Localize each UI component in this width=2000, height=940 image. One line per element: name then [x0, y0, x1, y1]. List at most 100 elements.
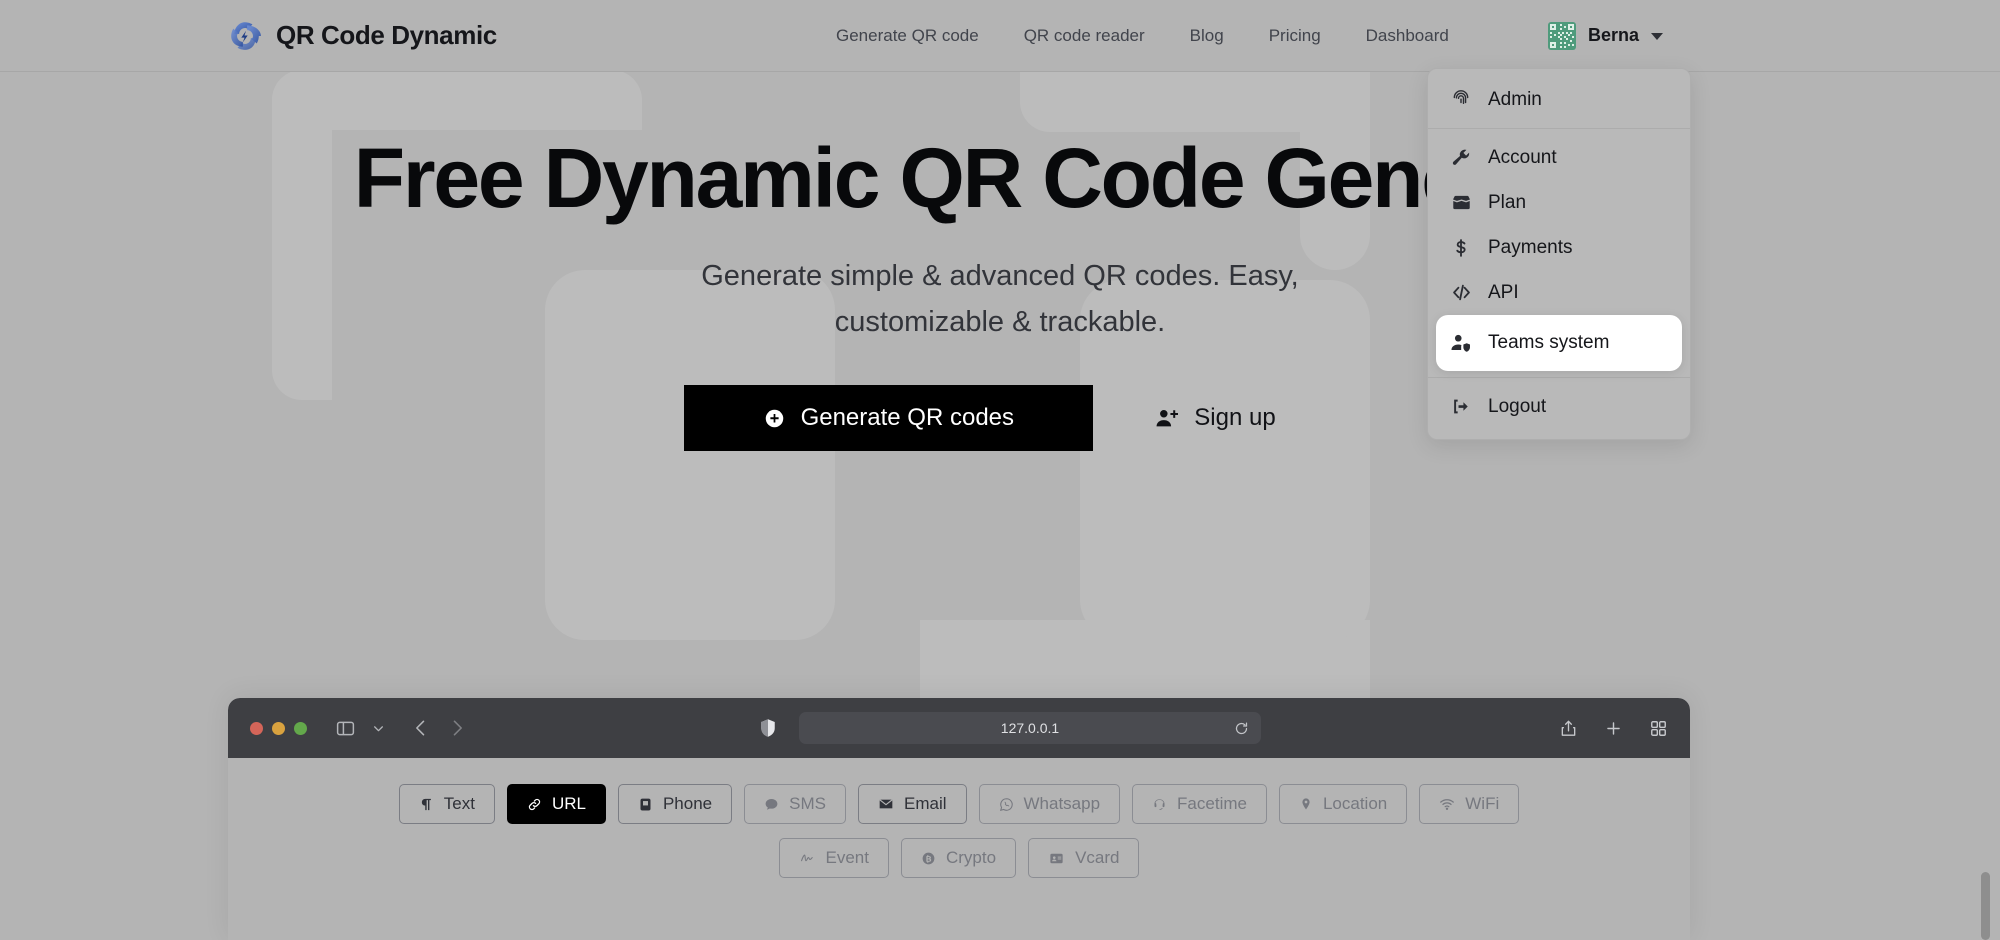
sign-up-label: Sign up — [1194, 404, 1276, 431]
chevron-right-icon[interactable] — [447, 718, 467, 738]
menu-item-api[interactable]: API — [1428, 270, 1690, 315]
chip-email[interactable]: Email — [857, 784, 967, 824]
map-pin-icon — [1299, 797, 1313, 811]
reload-icon[interactable] — [1234, 721, 1249, 736]
brand-logo[interactable]: QR Code Dynamic — [228, 19, 497, 53]
tab-overview-grid-icon[interactable] — [1649, 719, 1668, 738]
chip-label: Event — [825, 848, 869, 867]
browser-toolbar: 127.0.0.1 — [228, 698, 1690, 758]
whatsapp-icon — [999, 797, 1014, 812]
menu-item-plan[interactable]: Plan — [1428, 180, 1690, 225]
nav-item-qr-code-reader[interactable]: QR code reader — [1024, 26, 1145, 46]
nav-item-dashboard[interactable]: Dashboard — [1366, 26, 1449, 46]
window-traffic-lights — [250, 721, 307, 735]
qr-dynamic-swirl-logo-icon — [228, 19, 262, 53]
logout-arrow-icon — [1450, 396, 1472, 417]
chip-label: Phone — [662, 794, 713, 813]
plus-icon[interactable] — [1604, 719, 1623, 738]
chip-wifi[interactable]: WiFi — [1419, 784, 1520, 824]
page-scrollbar[interactable] — [1981, 872, 1990, 940]
menu-item-label: Payments — [1488, 236, 1573, 258]
plus-circle-icon — [764, 408, 785, 429]
menu-item-label: Admin — [1488, 88, 1542, 110]
envelope-icon — [878, 796, 894, 812]
menu-item-label: Logout — [1488, 395, 1547, 417]
chip-crypto[interactable]: Crypto — [900, 838, 1017, 878]
fingerprint-icon — [1450, 89, 1472, 110]
address-bar[interactable]: 127.0.0.1 — [799, 712, 1261, 744]
nav-item-blog[interactable]: Blog — [1190, 26, 1224, 46]
wifi-icon — [1439, 796, 1455, 812]
address-bar-url: 127.0.0.1 — [1000, 720, 1060, 736]
nav-item-pricing[interactable]: Pricing — [1269, 26, 1321, 46]
close-window-button[interactable] — [250, 721, 263, 735]
chip-event[interactable]: Event — [778, 838, 889, 878]
browser-nav-controls — [335, 718, 467, 739]
wrench-icon — [1450, 148, 1472, 168]
bitcoin-icon — [921, 851, 936, 866]
share-icon[interactable] — [1559, 719, 1578, 738]
menu-item-admin[interactable]: Admin — [1428, 77, 1690, 122]
chip-vcard[interactable]: Vcard — [1028, 838, 1140, 878]
nav-item-generate-qr-code[interactable]: Generate QR code — [836, 26, 979, 46]
user-plus-icon — [1155, 407, 1179, 430]
qr-type-chip-row-2: Event Crypto Vcard — [228, 824, 1690, 878]
hero-section: Free Dynamic QR Code Generator Generate … — [0, 71, 2000, 451]
browser-right-controls — [1559, 719, 1668, 738]
link-icon — [527, 797, 542, 812]
maximize-window-button[interactable] — [294, 721, 307, 735]
chip-label: Vcard — [1075, 848, 1120, 867]
sign-up-button[interactable]: Sign up — [1115, 385, 1315, 451]
chip-phone[interactable]: Phone — [617, 784, 733, 824]
shield-icon[interactable] — [759, 718, 777, 738]
chip-label: Text — [443, 794, 475, 813]
facetime-icon — [1152, 797, 1167, 812]
generate-qr-codes-label: Generate QR codes — [800, 404, 1015, 431]
browser-mockup: 127.0.0.1 Text URL Phone SMS Email Whats… — [228, 698, 1690, 940]
minimize-window-button[interactable] — [272, 721, 285, 735]
menu-item-label: API — [1488, 281, 1519, 303]
chevron-down-icon[interactable] — [372, 722, 385, 735]
menu-divider — [1428, 377, 1690, 378]
chip-whatsapp[interactable]: Whatsapp — [978, 784, 1121, 824]
chip-url[interactable]: URL — [506, 784, 606, 824]
user-shield-icon — [1450, 332, 1472, 354]
chevron-down-icon — [1651, 33, 1664, 40]
chat-bubble-icon — [764, 797, 779, 812]
menu-item-logout[interactable]: Logout — [1428, 384, 1690, 429]
dollar-icon — [1450, 238, 1472, 258]
chevron-left-icon[interactable] — [411, 718, 431, 738]
menu-divider — [1428, 128, 1690, 129]
browser-address-area: 127.0.0.1 — [487, 712, 1533, 744]
chip-label: Facetime — [1177, 794, 1247, 813]
menu-item-account[interactable]: Account — [1428, 135, 1690, 180]
chip-label: Whatsapp — [1023, 794, 1101, 813]
open-box-icon — [1450, 192, 1472, 213]
hero-actions: Generate QR codes Sign up — [0, 385, 2000, 451]
chip-location[interactable]: Location — [1278, 784, 1408, 824]
menu-item-label: Teams system — [1488, 332, 1610, 353]
chip-label: Crypto — [945, 848, 997, 867]
pilcrow-icon — [419, 797, 434, 812]
user-dropdown-menu: Admin Account Plan Payments API Teams sy… — [1427, 68, 1691, 440]
signature-icon — [799, 851, 816, 866]
menu-item-teams-system[interactable]: Teams system — [1436, 315, 1682, 371]
chip-text[interactable]: Text — [398, 784, 495, 824]
site-header: QR Code Dynamic Generate QR code QR code… — [0, 0, 2000, 72]
sidebar-toggle-icon[interactable] — [335, 718, 356, 739]
page-title: Free Dynamic QR Code Generator — [353, 131, 1649, 225]
chip-facetime[interactable]: Facetime — [1132, 784, 1267, 824]
chip-sms[interactable]: SMS — [744, 784, 846, 824]
user-name: Berna — [1588, 25, 1640, 45]
user-menu-trigger[interactable]: Berna — [1548, 21, 1664, 50]
main-nav: Generate QR code QR code reader Blog Pri… — [836, 26, 1449, 46]
id-card-icon — [1048, 851, 1065, 866]
menu-item-payments[interactable]: Payments — [1428, 225, 1690, 270]
code-brackets-icon — [1450, 282, 1472, 303]
chip-label: Email — [903, 794, 947, 813]
chip-label: SMS — [789, 794, 826, 813]
browser-content: Text URL Phone SMS Email Whatsapp Faceti… — [228, 758, 1690, 940]
generate-qr-codes-button[interactable]: Generate QR codes — [684, 385, 1094, 451]
menu-item-label: Plan — [1488, 191, 1527, 213]
phone-icon — [638, 797, 653, 812]
